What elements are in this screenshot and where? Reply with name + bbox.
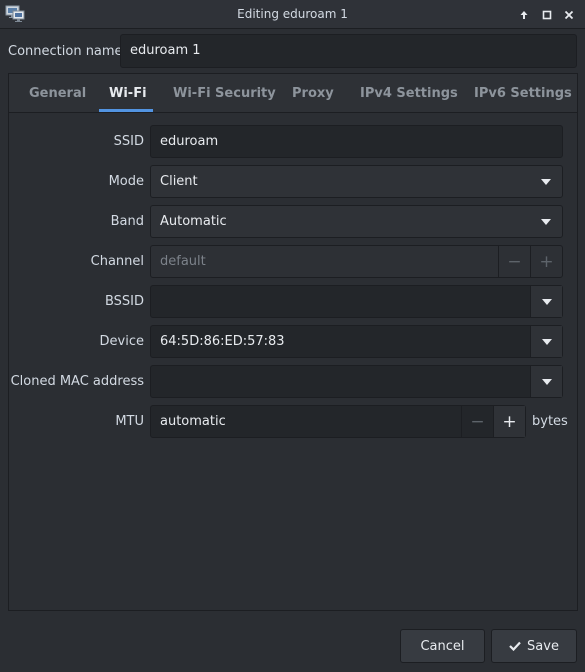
cancel-button[interactable]: Cancel <box>400 629 485 663</box>
chevron-down-icon <box>530 206 562 237</box>
close-icon[interactable] <box>559 5 579 24</box>
tab-wifi[interactable]: Wi-Fi <box>109 86 147 101</box>
cancel-button-label: Cancel <box>420 638 465 654</box>
cloned-mac-combo-entry[interactable] <box>150 365 563 398</box>
mode-label: Mode <box>108 174 144 189</box>
channel-spin: default − + <box>150 245 563 278</box>
save-button[interactable]: Save <box>491 629 577 663</box>
title-bar: Editing eduroam 1 <box>0 0 585 29</box>
window-title: Editing eduroam 1 <box>237 7 348 21</box>
tab-proxy[interactable]: Proxy <box>292 86 334 101</box>
bssid-combo-entry[interactable] <box>150 285 563 318</box>
mtu-label: MTU <box>115 414 144 429</box>
ssid-label: SSID <box>113 134 144 149</box>
device-value: 64:5D:86:ED:57:83 <box>160 334 285 349</box>
tab-wifi-security[interactable]: Wi-Fi Security <box>173 86 276 101</box>
ssid-value: eduroam <box>160 134 219 149</box>
cloned-mac-label: Cloned MAC address <box>10 374 144 389</box>
chevron-down-icon[interactable] <box>530 286 562 317</box>
bssid-label: BSSID <box>104 294 144 309</box>
connection-name-input[interactable]: eduroam 1 <box>120 34 577 68</box>
channel-increment-button: + <box>530 246 562 277</box>
mtu-decrement-button[interactable]: − <box>461 406 493 437</box>
device-combo-entry[interactable]: 64:5D:86:ED:57:83 <box>150 325 563 358</box>
mtu-value: automatic <box>160 414 226 429</box>
mode-combo[interactable]: Client <box>150 165 563 198</box>
tab-general[interactable]: General <box>29 86 86 101</box>
tab-ipv4-settings[interactable]: IPv4 Settings <box>360 86 458 101</box>
channel-decrement-button: − <box>498 246 530 277</box>
mtu-unit: bytes <box>532 414 568 429</box>
active-tab-indicator <box>99 109 153 112</box>
save-button-label: Save <box>527 638 559 654</box>
checkmark-icon <box>509 641 521 651</box>
maximize-icon[interactable] <box>537 5 557 24</box>
channel-value: default <box>160 254 206 269</box>
mode-value: Client <box>160 174 198 189</box>
tab-bar: General Wi-Fi Wi-Fi Security Proxy IPv4 … <box>9 74 577 113</box>
chevron-down-icon <box>530 166 562 197</box>
mtu-increment-button[interactable]: + <box>493 406 525 437</box>
band-value: Automatic <box>160 214 227 229</box>
band-label: Band <box>110 214 144 229</box>
device-label: Device <box>99 334 144 349</box>
channel-label: Channel <box>90 254 144 269</box>
ssid-input[interactable]: eduroam <box>150 125 563 158</box>
connection-name-label: Connection name <box>8 44 123 59</box>
mtu-spin[interactable]: automatic − + <box>150 405 526 438</box>
chevron-down-icon[interactable] <box>530 366 562 397</box>
band-combo[interactable]: Automatic <box>150 205 563 238</box>
arrow-up-icon[interactable] <box>514 5 534 24</box>
chevron-down-icon[interactable] <box>530 326 562 357</box>
tab-ipv6-settings[interactable]: IPv6 Settings <box>474 86 572 101</box>
